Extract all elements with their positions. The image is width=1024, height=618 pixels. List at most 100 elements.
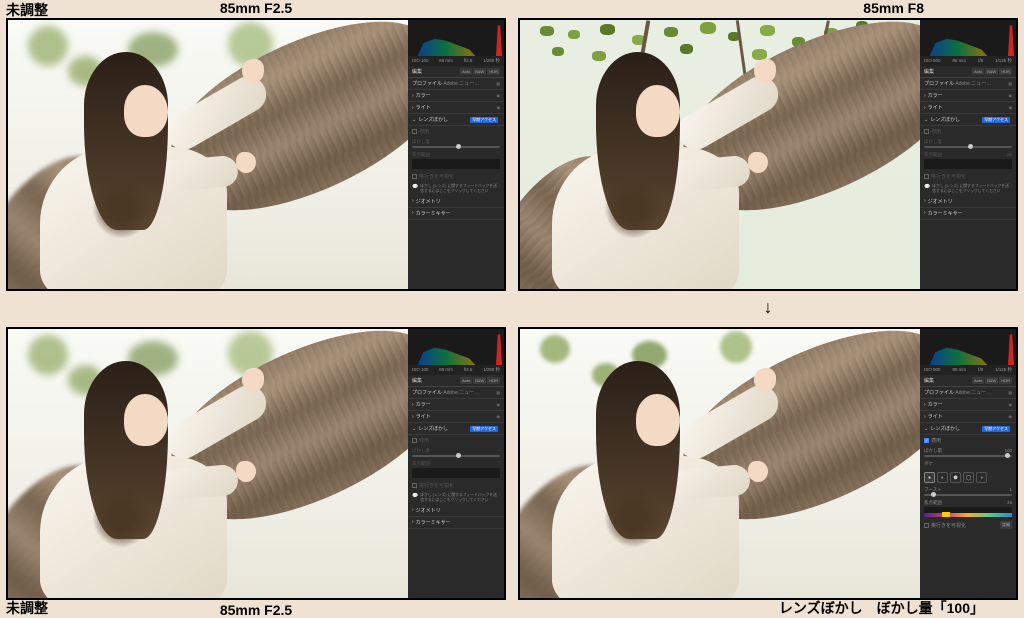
bw-button[interactable]: B&W [985, 68, 998, 75]
edit-header: 編集 Auto B&W HDR [408, 375, 504, 387]
focus-range-row: 焦点範囲 [408, 459, 504, 480]
early-access-badge: 早期アクセス [470, 426, 498, 432]
section-lens-blur[interactable]: ⌄レンズぼかし早期アクセス [920, 114, 1016, 126]
bokeh-ring-icon[interactable]: ◯ [963, 472, 974, 483]
browse-icon[interactable]: ▦ [496, 390, 500, 395]
focus-preview[interactable] [924, 507, 1012, 517]
edit-panel-tl: ISO 10085 mmf/2.51/250 秒 編集 Auto B&W HDR… [408, 20, 504, 289]
auto-button[interactable]: Auto [972, 377, 984, 384]
boost-slider[interactable] [924, 494, 1012, 496]
histogram[interactable] [408, 20, 504, 56]
eye-icon[interactable]: ◉ [497, 402, 501, 407]
feedback-link[interactable]: 💬 ぼかし (レンズ) に関するフィードバックを送信するにはここをクリックしてく… [408, 491, 504, 505]
bw-button[interactable]: B&W [985, 377, 998, 384]
apply-checkbox[interactable] [412, 129, 417, 134]
photo-tl [8, 20, 408, 289]
profile-row[interactable]: プロファイル Adobe ニュー… ▦ [920, 387, 1016, 399]
details-button[interactable]: 詳細 [1000, 521, 1012, 529]
auto-button[interactable]: Auto [460, 68, 472, 75]
eye-icon[interactable]: ◉ [1009, 105, 1013, 110]
focus-range-row: 焦点範囲26 [920, 150, 1016, 171]
hdr-button[interactable]: HDR [999, 377, 1012, 384]
focus-range-row[interactable]: 焦点範囲26 [920, 498, 1016, 519]
profile-row[interactable]: プロファイル Adobe ニュー… ▦ [408, 387, 504, 399]
section-geometry[interactable]: ›ジオメトリ [408, 505, 504, 517]
feedback-link[interactable]: 💬 ぼかし (レンズ) に関するフィードバックを送信するにはここをクリックしてく… [920, 182, 1016, 196]
early-access-badge: 早期アクセス [982, 426, 1010, 432]
bokeh-soap-icon[interactable]: ◐ [937, 472, 948, 483]
blur-slider [924, 146, 1012, 148]
profile-row[interactable]: プロファイル Adobe ニュー… ▦ [408, 78, 504, 90]
section-color[interactable]: ›カラー◉ [920, 90, 1016, 102]
frame-bl: ISO 10085 mmf/2.51/250 秒 編集 Auto B&W HDR… [6, 327, 506, 600]
section-light[interactable]: ›ライト◉ [408, 411, 504, 423]
blur-amount-row[interactable]: ぼかし量100 [920, 446, 1016, 459]
section-geometry[interactable]: ›ジオメトリ [920, 196, 1016, 208]
edit-panel-bl: ISO 10085 mmf/2.51/250 秒 編集 Auto B&W HDR… [408, 329, 504, 598]
bokeh-circle-icon[interactable]: ● [924, 472, 935, 483]
visualize-checkbox[interactable] [924, 523, 929, 528]
section-light[interactable]: ›ライト◉ [920, 102, 1016, 114]
auto-button[interactable]: Auto [972, 68, 984, 75]
chevron-right-icon: › [412, 402, 414, 408]
browse-icon[interactable]: ▦ [1008, 390, 1012, 395]
section-lens-blur[interactable]: ⌄レンズぼかし早期アクセス [408, 423, 504, 435]
chevron-down-icon: ⌄ [412, 117, 416, 123]
hdr-button[interactable]: HDR [487, 377, 500, 384]
chevron-right-icon: › [924, 198, 926, 204]
edit-header: 編集 Auto B&W HDR [920, 66, 1016, 78]
label-lens-tl: 85mm F2.5 [220, 0, 292, 16]
apply-row[interactable]: 適用 [408, 435, 504, 446]
section-color[interactable]: ›カラー◉ [408, 399, 504, 411]
apply-row[interactable]: ✓ 適用 [920, 435, 1016, 446]
visualize-row: 奥行きを可視化 [920, 171, 1016, 182]
boost-row[interactable]: ブースト1 [920, 485, 1016, 498]
edit-header: 編集 Auto B&W HDR [920, 375, 1016, 387]
browse-icon[interactable]: ▦ [1008, 81, 1012, 86]
comparison-grid: 未調整 85mm F2.5 [0, 0, 1024, 618]
visualize-row[interactable]: 奥行きを可視化 詳細 [920, 519, 1016, 531]
section-color[interactable]: ›カラー◉ [408, 90, 504, 102]
bw-button[interactable]: B&W [473, 68, 486, 75]
section-light[interactable]: ›ライト◉ [920, 411, 1016, 423]
auto-button[interactable]: Auto [460, 377, 472, 384]
section-geometry[interactable]: ›ジオメトリ [408, 196, 504, 208]
label-lens-bl: 85mm F2.5 [220, 602, 292, 618]
exif-row: ISO 50085 mmf/81/125 秒 [920, 56, 1016, 66]
eye-icon[interactable]: ◉ [1009, 93, 1013, 98]
section-light[interactable]: ›ライト◉ [408, 102, 504, 114]
section-color-mixer[interactable]: ›カラーミキサー [920, 208, 1016, 220]
section-color-mixer[interactable]: ›カラーミキサー [408, 517, 504, 529]
histogram[interactable] [920, 329, 1016, 365]
hdr-button[interactable]: HDR [999, 68, 1012, 75]
edit-header: 編集 Auto B&W HDR [408, 66, 504, 78]
apply-checkbox[interactable] [412, 438, 417, 443]
section-color-mixer[interactable]: ›カラーミキサー [408, 208, 504, 220]
feedback-link[interactable]: 💬 ぼかし (レンズ) に関するフィードバックを送信するにはここをクリックしてく… [408, 182, 504, 196]
browse-icon[interactable]: ▦ [496, 81, 500, 86]
section-color[interactable]: ›カラー◉ [920, 399, 1016, 411]
eye-icon[interactable]: ◉ [497, 93, 501, 98]
bokeh-cat-icon[interactable]: ◑ [976, 472, 987, 483]
apply-row[interactable]: 適用 [408, 126, 504, 137]
section-lens-blur[interactable]: ⌄レンズぼかし早期アクセス [408, 114, 504, 126]
blur-slider[interactable] [924, 455, 1012, 457]
edit-panel-tr: ISO 50085 mmf/81/125 秒 編集 Auto B&W HDR プ… [920, 20, 1016, 289]
chevron-right-icon: › [412, 198, 414, 204]
eye-icon[interactable]: ◉ [497, 414, 501, 419]
section-lens-blur[interactable]: ⌄レンズぼかし早期アクセス [920, 423, 1016, 435]
apply-checkbox[interactable]: ✓ [924, 438, 929, 443]
apply-checkbox[interactable] [924, 129, 929, 134]
cell-bottom-left: 未調整 85mm F2.5 [0, 309, 512, 618]
bw-button[interactable]: B&W [473, 377, 486, 384]
chat-icon: 💬 [924, 184, 930, 194]
hdr-button[interactable]: HDR [487, 68, 500, 75]
histogram[interactable] [920, 20, 1016, 56]
eye-icon[interactable]: ◉ [497, 105, 501, 110]
histogram[interactable] [408, 329, 504, 365]
profile-row[interactable]: プロファイル Adobe ニュー… ▦ [920, 78, 1016, 90]
apply-row[interactable]: 適用 [920, 126, 1016, 137]
eye-icon[interactable]: ◉ [1009, 402, 1013, 407]
eye-icon[interactable]: ◉ [1009, 414, 1013, 419]
bokeh-blade-icon[interactable]: ⬢ [950, 472, 961, 483]
